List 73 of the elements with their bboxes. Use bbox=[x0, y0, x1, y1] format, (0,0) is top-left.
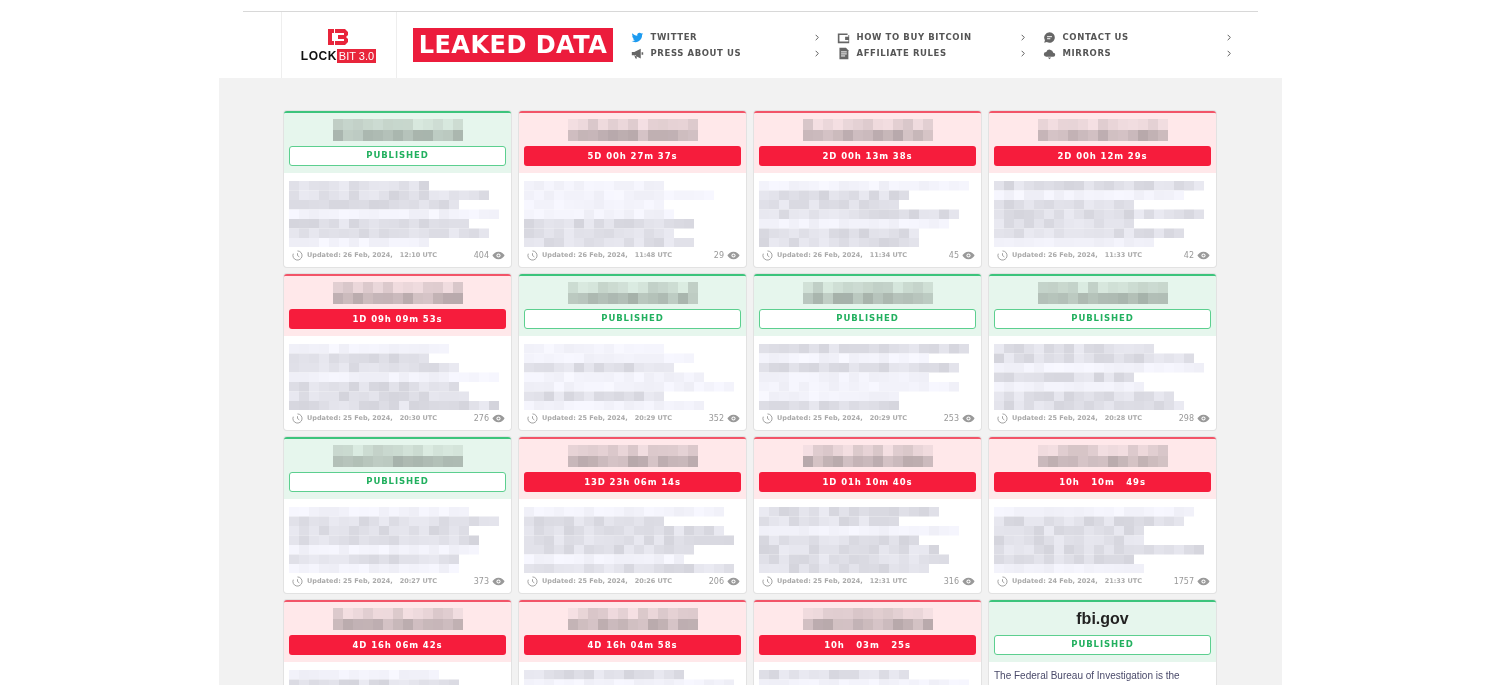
view-count: 276 bbox=[473, 413, 489, 423]
post-card[interactable]: 10h 03m 25s bbox=[754, 600, 981, 685]
status-badge: 4D 16h 04m 58s bbox=[524, 635, 741, 655]
view-count: 352 bbox=[708, 413, 724, 423]
clock-icon bbox=[762, 575, 773, 587]
chat-icon bbox=[1042, 30, 1056, 44]
post-card[interactable]: 4D 16h 06m 42s bbox=[284, 600, 511, 685]
clock-icon bbox=[527, 575, 538, 587]
post-description: The Federal Bureau of Investigation is the bbox=[994, 670, 1181, 681]
status-badge: 1D 09h 09m 53s bbox=[289, 309, 506, 329]
nav-link[interactable]: HOW TO BUY BITCOIN bbox=[836, 29, 1025, 45]
eye-icon bbox=[492, 576, 505, 586]
leaked-data-banner: LEAKED DATA bbox=[412, 28, 614, 62]
status-badge: PUBLISHED bbox=[289, 146, 506, 166]
nav-link[interactable]: TWITTER bbox=[630, 29, 819, 45]
view-count: 298 bbox=[1178, 413, 1194, 423]
status-badge: 5D 00h 27m 37s bbox=[524, 146, 741, 166]
view-count: 316 bbox=[943, 576, 959, 586]
post-card[interactable]: 4D 16h 04m 58s bbox=[519, 600, 746, 685]
bird-icon bbox=[630, 30, 644, 44]
wallet-icon bbox=[836, 30, 850, 44]
eye-icon bbox=[962, 576, 975, 586]
status-badge: 10h 10m 49s bbox=[994, 472, 1211, 492]
eye-icon bbox=[727, 413, 740, 423]
view-count: 404 bbox=[473, 250, 489, 260]
view-count: 1757 bbox=[1173, 576, 1194, 586]
eye-icon bbox=[492, 413, 505, 423]
status-badge: 13D 23h 06m 14s bbox=[524, 472, 741, 492]
view-count: 42 bbox=[1183, 250, 1194, 260]
logo-mark-icon bbox=[326, 27, 351, 47]
clock-icon bbox=[292, 249, 303, 261]
status-badge: PUBLISHED bbox=[994, 635, 1211, 655]
clock-icon bbox=[527, 412, 538, 424]
eye-icon bbox=[1197, 250, 1210, 260]
eye-icon bbox=[962, 250, 975, 260]
status-badge: PUBLISHED bbox=[524, 309, 741, 329]
nav-link[interactable]: MIRRORS bbox=[1042, 45, 1231, 61]
view-count: 45 bbox=[948, 250, 959, 260]
status-badge: 4D 16h 06m 42s bbox=[289, 635, 506, 655]
nav-link[interactable]: PRESS ABOUT US bbox=[630, 45, 819, 61]
nav-link[interactable]: CONTACT US bbox=[1042, 29, 1231, 45]
logo-word: LOCK bbox=[300, 49, 337, 63]
logo-badge: BIT 3.0 bbox=[336, 49, 377, 63]
post-title: fbi.gov bbox=[1076, 609, 1129, 629]
status-badge: 10h 03m 25s bbox=[759, 635, 976, 655]
clock-icon bbox=[997, 249, 1008, 261]
clock-icon bbox=[762, 249, 773, 261]
clock-icon bbox=[997, 575, 1008, 587]
eye-icon bbox=[727, 250, 740, 260]
view-count: 206 bbox=[708, 576, 724, 586]
document-icon bbox=[836, 46, 850, 60]
eye-icon bbox=[1197, 413, 1210, 423]
view-count: 373 bbox=[473, 576, 489, 586]
megaphone-icon bbox=[630, 46, 644, 60]
eye-icon bbox=[492, 250, 505, 260]
view-count: 29 bbox=[713, 250, 724, 260]
status-badge: PUBLISHED bbox=[289, 472, 506, 492]
clock-icon bbox=[527, 249, 538, 261]
post-card[interactable]: fbi.gov PUBLISHED The Federal Bureau of Investigation is the bbox=[989, 600, 1216, 685]
status-badge: 2D 00h 12m 29s bbox=[994, 146, 1211, 166]
status-badge: 2D 00h 13m 38s bbox=[759, 146, 976, 166]
eye-icon bbox=[727, 576, 740, 586]
clock-icon bbox=[292, 575, 303, 587]
eye-icon bbox=[1197, 576, 1210, 586]
view-count: 253 bbox=[943, 413, 959, 423]
eye-icon bbox=[962, 413, 975, 423]
clock-icon bbox=[292, 412, 303, 424]
clock-icon bbox=[997, 412, 1008, 424]
clock-icon bbox=[762, 412, 773, 424]
status-badge: 1D 01h 10m 40s bbox=[759, 472, 976, 492]
nav-link[interactable]: AFFILIATE RULES bbox=[836, 45, 1025, 61]
status-badge: PUBLISHED bbox=[994, 309, 1211, 329]
status-badge: PUBLISHED bbox=[759, 309, 976, 329]
